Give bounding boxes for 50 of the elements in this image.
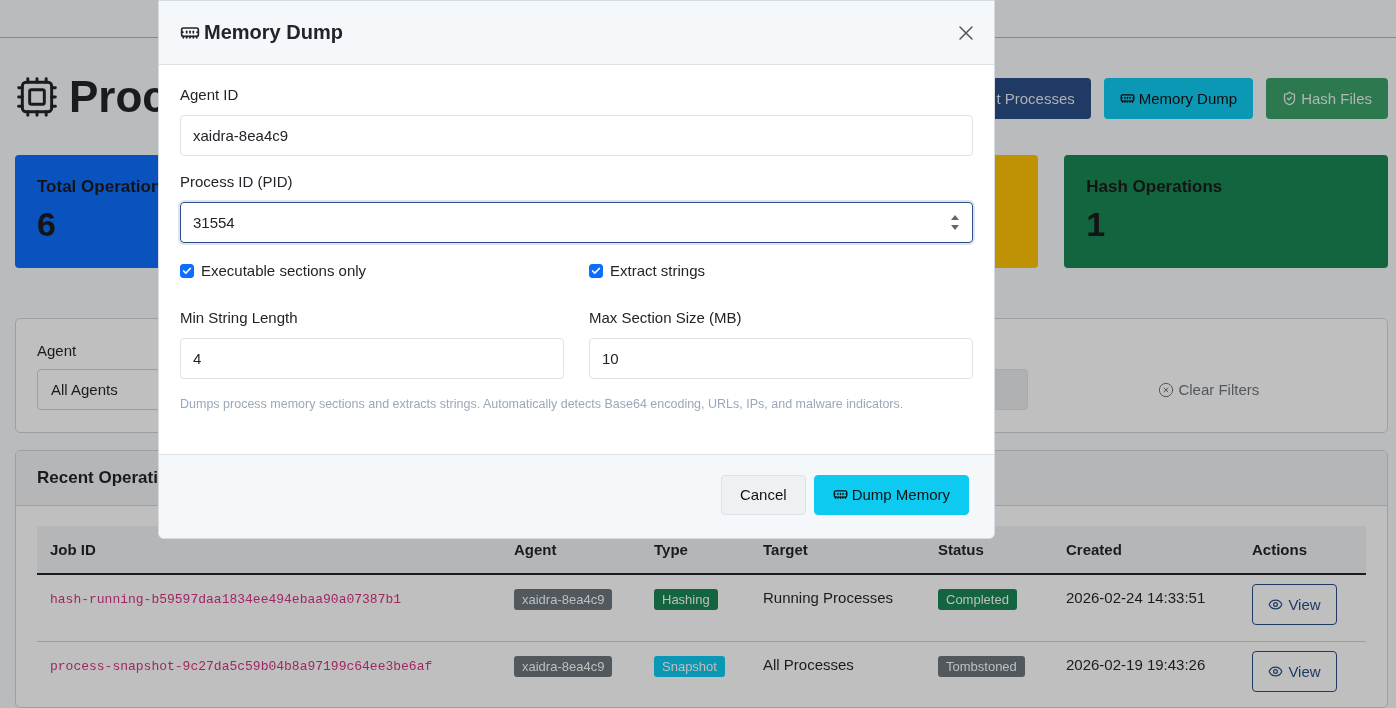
field-label: Agent ID — [180, 86, 239, 103]
clear-icon — [1158, 381, 1175, 398]
field-label: Max Section Size (MB) — [589, 309, 742, 326]
clear-filters-button[interactable]: Clear Filters — [1051, 369, 1366, 410]
memory-icon — [1119, 91, 1135, 106]
created-date: 2026-02-19 19:43:26 — [1066, 655, 1206, 673]
card-title: Recent Operati — [37, 468, 158, 488]
stat-value: 6 — [37, 205, 56, 244]
dump-memory-button[interactable]: Dump Memory — [813, 474, 969, 515]
view-button[interactable]: View — [1252, 650, 1337, 692]
agent-badge: xaidra-8ea4c9 — [514, 655, 613, 677]
checkbox-label: Executable sections only — [201, 262, 367, 279]
number-field[interactable]: 10 — [589, 338, 973, 379]
spinner-icon[interactable] — [950, 214, 960, 231]
job-id: process-snapshot-9c27da5c59b04b8a97199c64ee3be6af — [50, 658, 433, 674]
type-badge: Snapshot — [654, 655, 725, 677]
stat-value: 1 — [1086, 205, 1106, 244]
eye-icon — [1268, 663, 1284, 679]
status-badge: Tombstoned — [938, 655, 1025, 677]
check-icon — [591, 265, 601, 276]
check-icon — [182, 265, 192, 276]
stat-label: Total Operation — [37, 177, 162, 197]
column-header: Created — [1053, 526, 1239, 574]
cancel-button[interactable]: Cancel — [720, 474, 806, 515]
shield-icon — [1282, 91, 1298, 106]
view-button[interactable]: View — [1252, 584, 1337, 625]
job-id: hash-running-b59597daa1834ee494ebaa90a07387b1 — [50, 592, 402, 607]
type-badge: Hashing — [654, 589, 718, 610]
target-text: All Processes — [763, 655, 854, 673]
target-text: Running Processes — [763, 589, 894, 606]
help-text: Dumps process memory sections and extracts strings. Automatically detects Base64 encoding, URLs, IPs, and malware indicators. — [180, 397, 905, 411]
checkbox[interactable] — [180, 263, 194, 278]
created-date: 2026-02-24 14:33:51 — [1066, 589, 1206, 606]
agent-id-field[interactable]: xaidra-8ea4c9 — [180, 115, 973, 156]
filter-label: Agent — [37, 342, 77, 359]
field-label: Min String Length — [180, 309, 298, 326]
stat-label: Hash Operations — [1086, 177, 1223, 197]
column-header: Actions — [1239, 526, 1366, 574]
pid-field[interactable]: 31554 — [180, 202, 973, 243]
eye-icon — [1268, 597, 1284, 612]
modal-title: Memory Dump — [204, 21, 343, 44]
agent-badge: xaidra-8ea4c9 — [514, 589, 613, 610]
memory-icon — [832, 487, 848, 502]
action-button[interactable]: Memory Dump — [1103, 78, 1254, 119]
status-badge: Completed — [938, 589, 1017, 610]
field-label: Process ID (PID) — [180, 173, 293, 190]
checkbox[interactable] — [589, 263, 603, 278]
cpu-icon — [15, 74, 59, 119]
number-field[interactable]: 4 — [180, 338, 564, 379]
checkbox-label: Extract strings — [610, 262, 706, 279]
